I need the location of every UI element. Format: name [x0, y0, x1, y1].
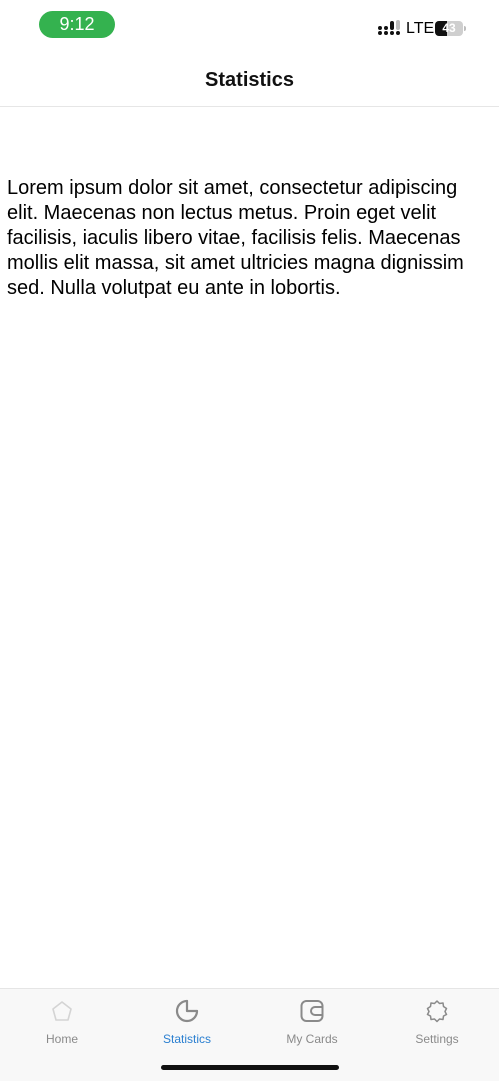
- page-title: Statistics: [205, 69, 294, 91]
- navigation-bar: Statistics: [0, 50, 499, 107]
- tab-my-cards[interactable]: My Cards: [250, 989, 374, 1059]
- body-paragraph: Lorem ipsum dolor sit amet, consectetur …: [7, 177, 464, 299]
- battery-percent: 43: [442, 21, 456, 35]
- network-type: LTE: [406, 20, 435, 37]
- status-time: 9:12: [39, 11, 115, 38]
- status-bar: 9:12 LTE 43: [0, 0, 499, 50]
- home-indicator: [161, 1065, 339, 1070]
- tab-label: Settings: [415, 1032, 459, 1046]
- signal-strength-icon: [378, 20, 400, 35]
- home-icon: [52, 1001, 72, 1021]
- tab-statistics[interactable]: Statistics: [125, 989, 249, 1059]
- gear-icon: [426, 1000, 448, 1023]
- wallet-icon: [300, 1000, 324, 1022]
- tab-home[interactable]: Home: [0, 989, 124, 1059]
- pie-chart-icon: [175, 999, 199, 1023]
- tab-settings[interactable]: Settings: [375, 989, 499, 1059]
- battery-icon: 43: [435, 21, 467, 36]
- tab-label: Statistics: [162, 1032, 211, 1046]
- tab-label: Home: [45, 1032, 78, 1046]
- tab-label: My Cards: [286, 1032, 338, 1046]
